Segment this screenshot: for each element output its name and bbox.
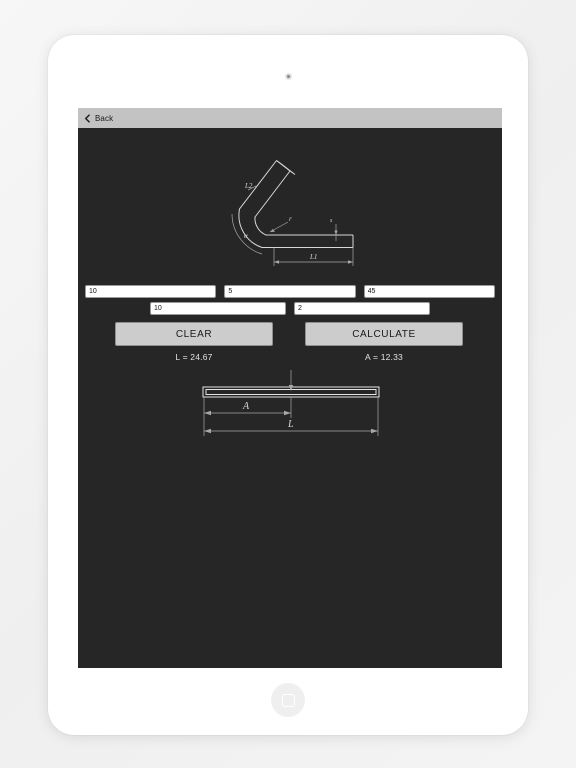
leg-1-input[interactable] (85, 285, 217, 298)
flat-label-l: L (287, 419, 294, 430)
camera-dot-icon (284, 73, 292, 80)
action-buttons-row: CLEAR CALCULATE (115, 322, 463, 346)
flat-pattern-diagram: A L (202, 370, 380, 436)
clear-button[interactable]: CLEAR (115, 322, 273, 346)
navigation-bar: Back (78, 108, 502, 128)
bend-label-angle: α (244, 232, 248, 240)
bend-label-thickness: s (330, 218, 333, 224)
calculate-button[interactable]: CALCULATE (305, 322, 463, 346)
tablet-screen: Back L2 r α s L1 10 5 45 10 2 CLEAR CALC… (78, 108, 502, 668)
length-result: L = 24.67 (175, 352, 213, 362)
sheet-metal-bend-diagram: L2 r α s L1 (231, 160, 354, 266)
chevron-left-icon (84, 113, 90, 123)
bend-label-leg-1: L1 (309, 253, 317, 261)
home-button[interactable] (271, 683, 305, 717)
thickness-input[interactable] (294, 302, 430, 315)
bend-allowance-result: A = 12.33 (365, 352, 403, 362)
radius-input[interactable] (150, 302, 286, 315)
input-row-secondary (150, 302, 430, 315)
bend-label-leg-2: L2 (244, 182, 253, 190)
back-label: Back (95, 113, 114, 123)
flat-label-a: A (242, 401, 250, 412)
app-content: L2 r α s L1 CLEAR CALCULATE (78, 128, 502, 668)
home-square-icon (281, 693, 295, 707)
input-row-primary (85, 285, 495, 298)
bend-label-radius: r (289, 215, 292, 223)
back-button[interactable]: Back (83, 114, 113, 123)
angle-input[interactable] (363, 285, 495, 298)
tablet-device: Back L2 r α s L1 10 5 45 10 2 CLEAR CALC… (48, 35, 528, 735)
results-row: L = 24.67 A = 12.33 (115, 352, 463, 362)
leg-2-input[interactable] (224, 285, 356, 298)
